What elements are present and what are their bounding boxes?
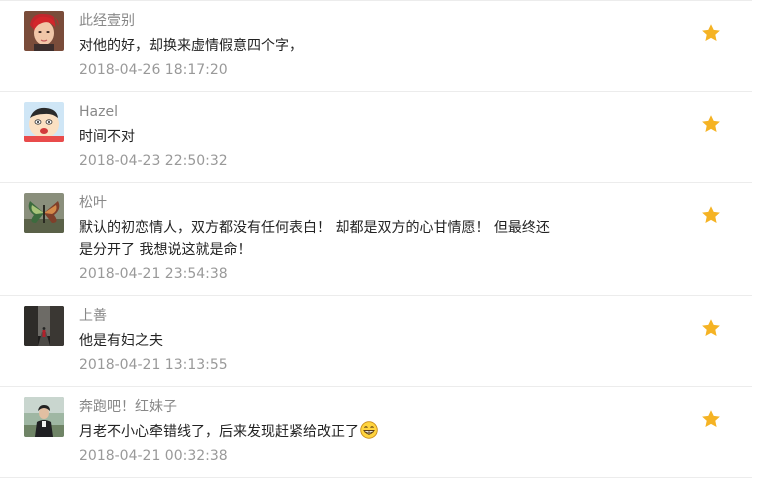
comment-text-line: 是分开了 我想说这就是命！ — [79, 242, 252, 258]
commenter-name[interactable]: Hazel — [79, 102, 118, 122]
star-icon[interactable] — [701, 23, 721, 43]
comment-text: 他是有妇之夫 — [79, 333, 163, 349]
star-icon[interactable] — [701, 205, 721, 225]
comment-item: Hazel 时间不对 2018-04-23 22:50:32 — [0, 92, 752, 183]
comment-text: 月老不小心牵错线了，后来发现赶紧给改正了 — [79, 421, 559, 443]
comment-time: 2018-04-26 18:17:20 — [79, 62, 228, 78]
comment-text: 默认的初恋情人，双方都没有任何表白！ 却都是双方的心甘情愿！ 但最终还 是分开了… — [79, 217, 559, 261]
commenter-name[interactable]: 上善 — [79, 306, 107, 326]
star-icon[interactable] — [701, 114, 721, 134]
comment-item: 奔跑吧！红妹子 月老不小心牵错线了，后来发现赶紧给改正了 2018-04-21 … — [0, 387, 752, 478]
comment-list: 此经壹别 对他的好，却换来虚情假意四个字， 2018-04-26 18:17:2… — [0, 0, 752, 478]
avatar-cartoon-boy-icon — [24, 102, 64, 142]
comment-text: 对他的好，却换来虚情假意四个字， — [79, 38, 303, 54]
comment-item: 上善 他是有妇之夫 2018-04-21 13:13:55 — [0, 296, 752, 387]
comment-item: 松叶 默认的初恋情人，双方都没有任何表白！ 却都是双方的心甘情愿！ 但最终还 是… — [0, 183, 752, 296]
avatar-person-outdoors-icon — [24, 397, 64, 437]
avatar-butterfly-icon — [24, 193, 64, 233]
avatar[interactable] — [24, 306, 64, 346]
avatar[interactable] — [24, 193, 64, 233]
avatar[interactable] — [24, 11, 64, 51]
avatar-red-hair-woman-icon — [24, 11, 64, 51]
avatar-dark-street-icon — [24, 306, 64, 346]
comment-time: 2018-04-21 00:32:38 — [79, 448, 228, 464]
commenter-name[interactable]: 松叶 — [79, 193, 107, 213]
star-icon[interactable] — [701, 409, 721, 429]
avatar[interactable] — [24, 397, 64, 437]
commenter-name[interactable]: 此经壹别 — [79, 11, 135, 31]
comment-item: 此经壹别 对他的好，却换来虚情假意四个字， 2018-04-26 18:17:2… — [0, 1, 752, 92]
comment-text: 时间不对 — [79, 129, 135, 145]
comment-text-line: 默认的初恋情人，双方都没有任何表白！ 却都是双方的心甘情愿！ 但最终还 — [79, 220, 550, 236]
star-icon[interactable] — [701, 318, 721, 338]
comment-time: 2018-04-21 23:54:38 — [79, 266, 228, 282]
avatar[interactable] — [24, 102, 64, 142]
commenter-name[interactable]: 奔跑吧！红妹子 — [79, 397, 177, 417]
comment-text-body: 月老不小心牵错线了，后来发现赶紧给改正了 — [79, 424, 359, 440]
comment-time: 2018-04-23 22:50:32 — [79, 153, 228, 169]
grin-emoji-icon — [360, 421, 378, 439]
comment-time: 2018-04-21 13:13:55 — [79, 357, 228, 373]
